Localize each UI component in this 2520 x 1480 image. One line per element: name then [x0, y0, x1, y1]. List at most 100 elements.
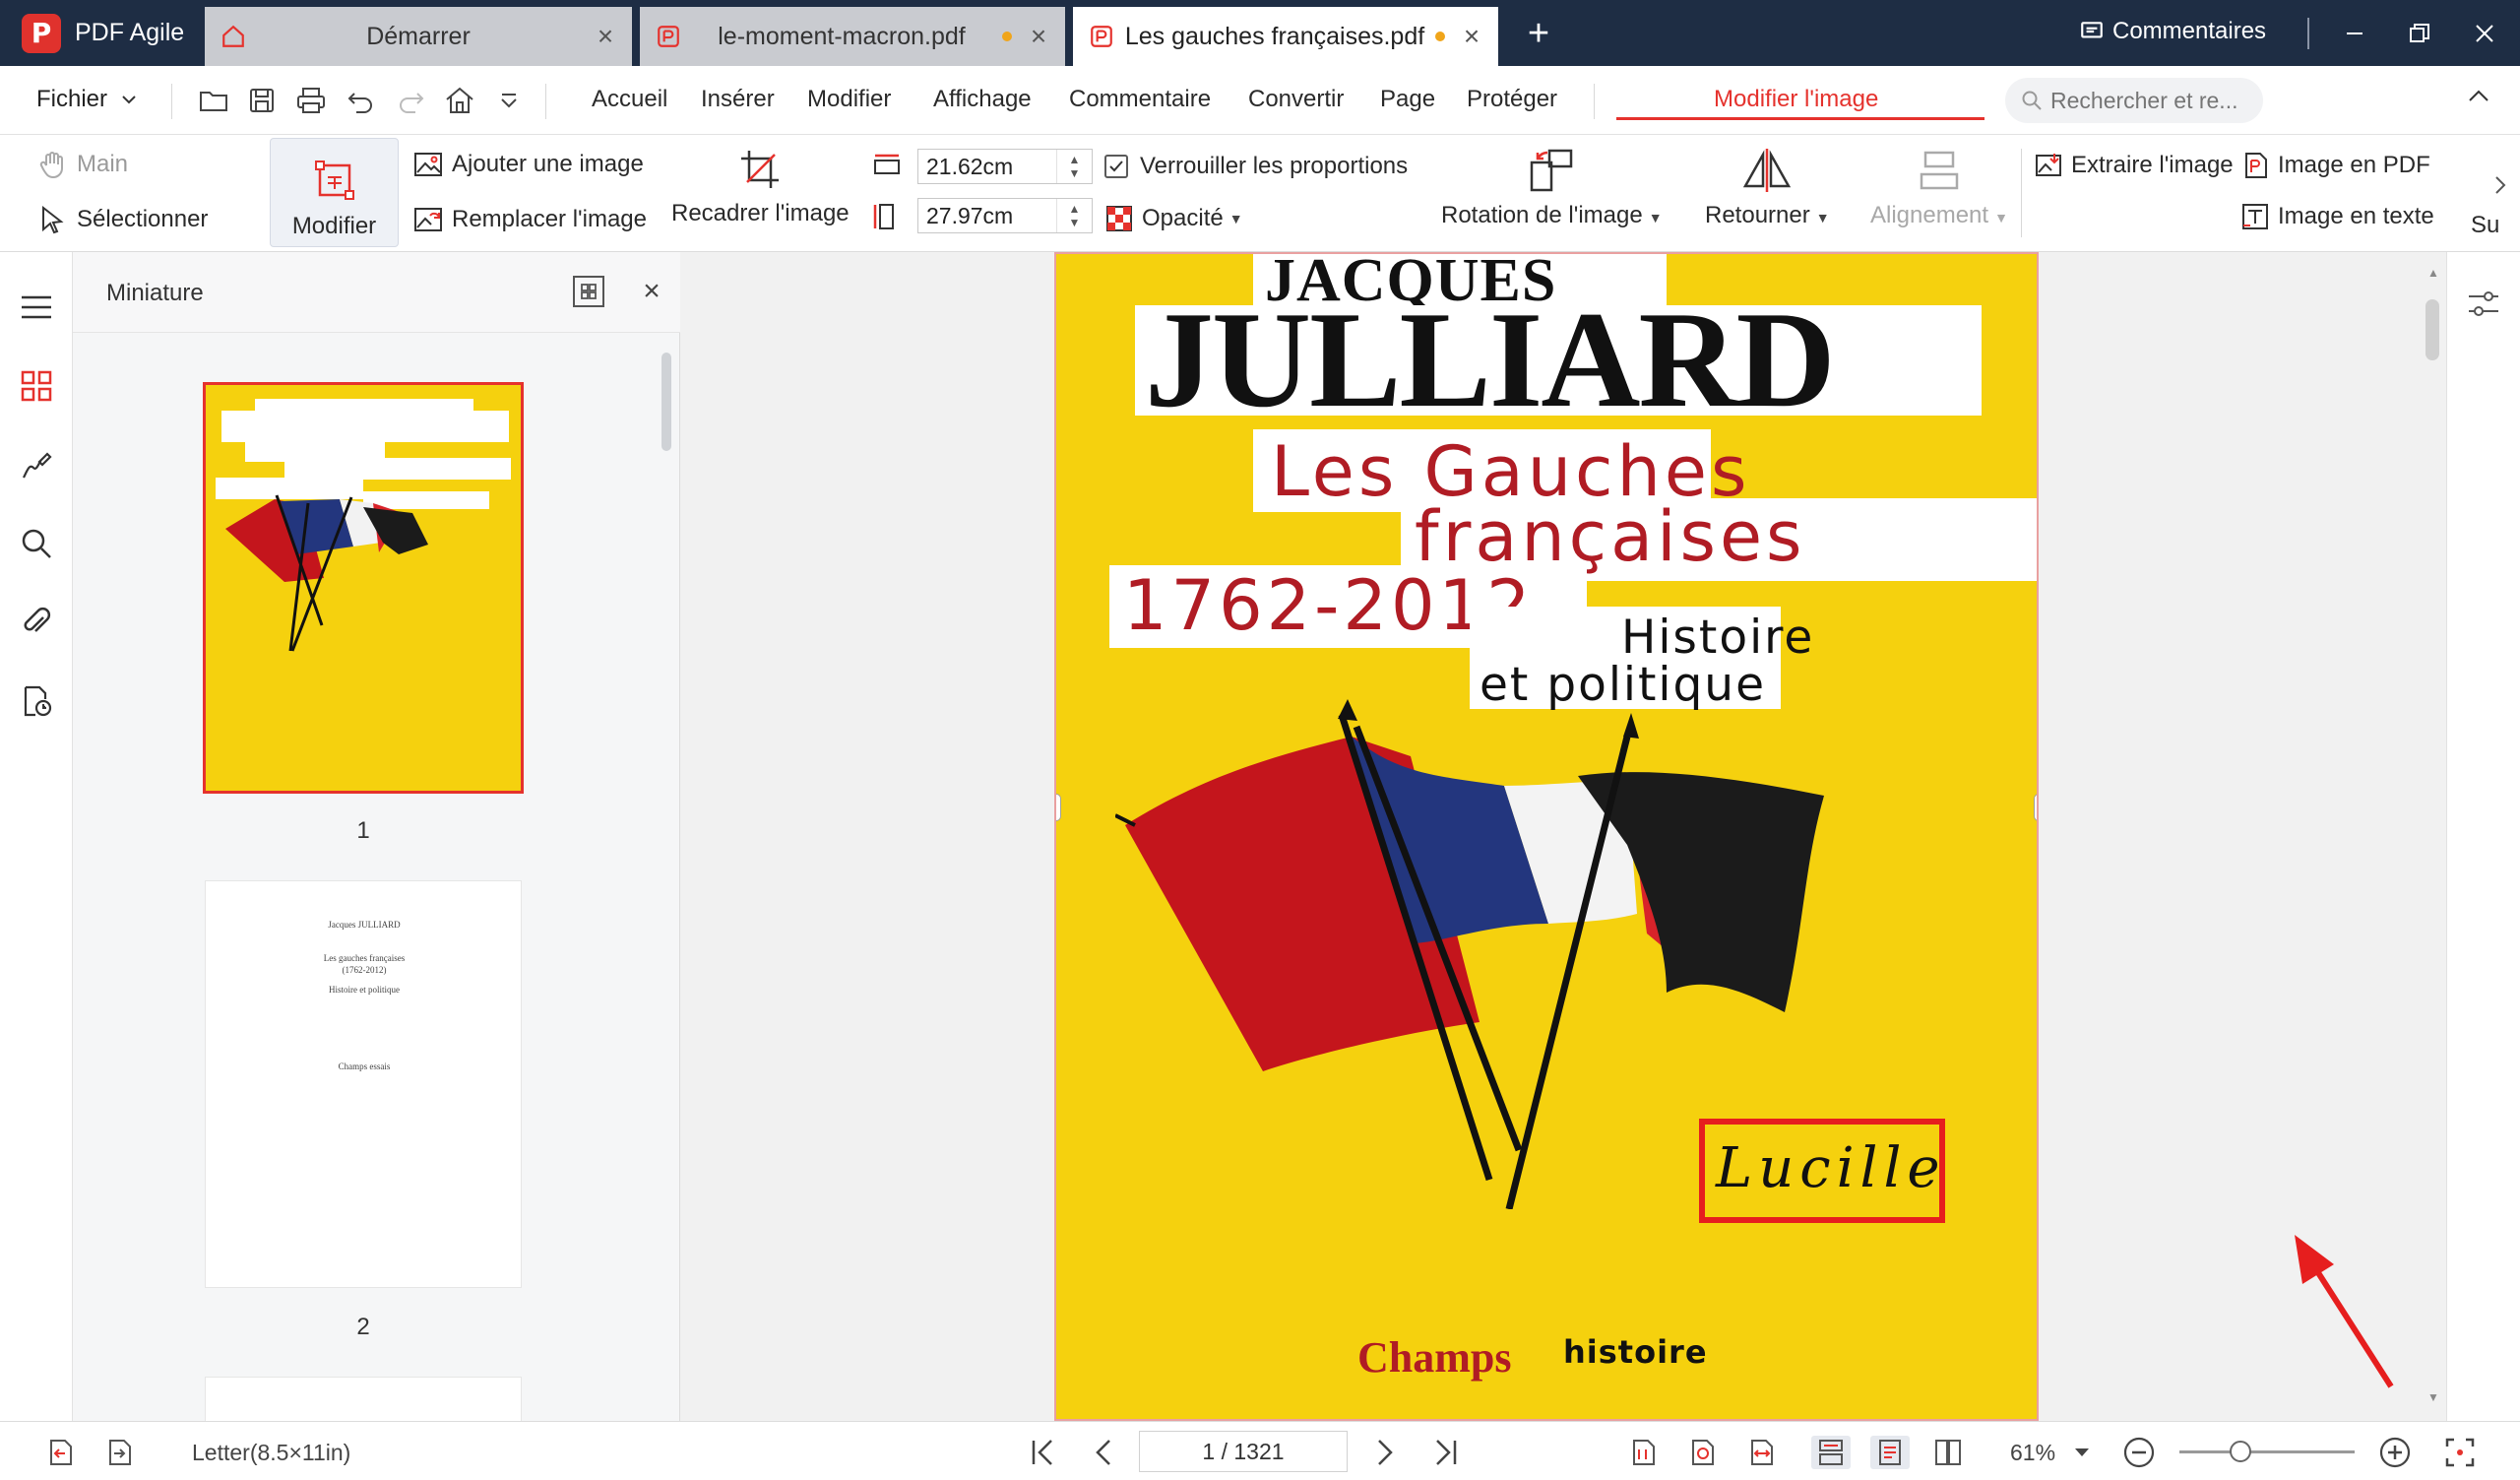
replace-image-button[interactable]: Remplacer l'image: [412, 204, 647, 235]
zoom-slider-track[interactable]: [2179, 1450, 2355, 1453]
collapse-left-button[interactable]: [43, 1436, 77, 1469]
menu-modifier-image[interactable]: Modifier l'image: [1714, 86, 1878, 113]
align-dropdown[interactable]: Alignement ▼: [1870, 147, 2008, 229]
document-scrollbar-thumb[interactable]: [2426, 299, 2439, 360]
stepper-down-icon[interactable]: ▼: [1069, 166, 1081, 180]
caret-down-icon: ▼: [1815, 210, 1830, 225]
zoom-out-button[interactable]: [2122, 1436, 2156, 1469]
menu-accueil[interactable]: Accueil: [592, 86, 667, 113]
scroll-up-icon[interactable]: ▲: [2427, 266, 2439, 280]
undo-icon[interactable]: [345, 84, 378, 117]
save-icon[interactable]: [245, 84, 279, 117]
last-page-button[interactable]: [1429, 1436, 1463, 1469]
new-tab-button[interactable]: +: [1519, 14, 1558, 53]
redo-icon[interactable]: [394, 84, 427, 117]
chevron-up-icon[interactable]: [2467, 88, 2490, 103]
image-to-pdf-button[interactable]: Image en PDF: [2240, 151, 2430, 180]
resize-handle-left[interactable]: [1056, 794, 1061, 821]
menu-modifier[interactable]: Modifier: [807, 86, 891, 113]
fit-page-button[interactable]: [1685, 1436, 1719, 1469]
minimize-button[interactable]: [2325, 14, 2384, 53]
menu-proteger[interactable]: Protéger: [1467, 86, 1557, 113]
attachments-panel-button[interactable]: [17, 603, 56, 642]
menu-commentaire[interactable]: Commentaire: [1069, 86, 1211, 113]
stepper-up-icon[interactable]: ▲: [1069, 202, 1081, 216]
thumbnail-page-3[interactable]: [205, 1377, 522, 1421]
thumbnail-layout-icon[interactable]: [571, 274, 606, 309]
menu-page[interactable]: Page: [1380, 86, 1435, 113]
resize-handle-right[interactable]: [2034, 794, 2037, 821]
tab-demarrer[interactable]: Démarrer ×: [205, 7, 632, 66]
width-input[interactable]: [918, 153, 1056, 180]
menu-toggle-button[interactable]: [17, 288, 56, 327]
open-folder-icon[interactable]: [197, 84, 230, 117]
search-panel-button[interactable]: [17, 524, 56, 563]
print-icon[interactable]: [294, 84, 328, 117]
hand-tool-button[interactable]: Main: [37, 149, 128, 180]
add-image-button[interactable]: Ajouter une image: [412, 149, 644, 180]
zoom-in-button[interactable]: [2378, 1436, 2412, 1469]
close-window-button[interactable]: [2455, 14, 2514, 53]
document-viewport[interactable]: JACQUES JULLIARD Les Gauches françaises …: [680, 252, 2446, 1421]
stepper-up-icon[interactable]: ▲: [1069, 153, 1081, 166]
previous-page-button[interactable]: [1087, 1436, 1120, 1469]
height-stepper[interactable]: ▲ ▼: [1056, 199, 1092, 232]
page-number-field[interactable]: [1139, 1431, 1348, 1472]
height-field[interactable]: ▲▼: [917, 198, 1093, 233]
edit-image-button[interactable]: Modifier: [270, 138, 399, 247]
opacity-dropdown[interactable]: Opacité ▼: [1104, 204, 1243, 233]
lock-proportions-checkbox[interactable]: [1104, 155, 1128, 178]
properties-sliders-icon[interactable]: [2467, 290, 2500, 319]
single-page-view-button[interactable]: [1870, 1436, 1910, 1469]
ribbon-overflow-label[interactable]: Su: [2471, 212, 2499, 239]
zoom-slider-knob[interactable]: [2230, 1441, 2252, 1462]
tab-les-gauches-francaises[interactable]: Les gauches françaises.pdf ×: [1073, 7, 1498, 66]
close-icon[interactable]: ×: [1024, 21, 1053, 52]
close-icon[interactable]: ×: [634, 274, 669, 309]
tab-le-moment-macron[interactable]: le-moment-macron.pdf ×: [640, 7, 1065, 66]
lock-proportions-toggle[interactable]: Verrouiller les proportions: [1104, 153, 1408, 180]
select-tool-button[interactable]: Sélectionner: [37, 204, 208, 235]
stepper-down-icon[interactable]: ▼: [1069, 216, 1081, 229]
menu-inserer[interactable]: Insérer: [701, 86, 775, 113]
customize-toolbar-icon[interactable]: [492, 84, 526, 117]
signature-panel-button[interactable]: [17, 445, 56, 484]
two-page-view-button[interactable]: [1931, 1436, 1965, 1469]
collapse-right-button[interactable]: [102, 1436, 136, 1469]
width-stepper[interactable]: ▲ ▼: [1056, 150, 1092, 183]
restore-button[interactable]: [2390, 14, 2449, 53]
scroll-down-icon[interactable]: ▼: [2427, 1390, 2439, 1404]
thumbnail-scrollbar[interactable]: [662, 353, 671, 451]
image-to-text-button[interactable]: Image en texte: [2240, 202, 2434, 231]
extract-image-button[interactable]: Extraire l'image: [2034, 151, 2234, 180]
thumbnail-page-1[interactable]: [203, 382, 524, 794]
close-icon[interactable]: ×: [1457, 21, 1486, 52]
crop-image-button[interactable]: Recadrer l'image: [671, 147, 850, 227]
thumbnails-panel-button[interactable]: [17, 366, 56, 406]
file-menu[interactable]: Fichier: [36, 86, 137, 113]
chevron-right-icon[interactable]: [2493, 174, 2507, 196]
rotate-image-button[interactable]: Rotation de l'image ▼: [1441, 147, 1663, 229]
search-box[interactable]: [2005, 78, 2263, 123]
menu-convertir[interactable]: Convertir: [1248, 86, 1344, 113]
selected-cover-image[interactable]: JACQUES JULLIARD Les Gauches françaises …: [1054, 252, 2039, 1421]
thumbnail-page-2[interactable]: Jacques JULLIARD Les gauches françaises …: [205, 880, 522, 1288]
fit-width-button[interactable]: [1744, 1436, 1778, 1469]
height-input[interactable]: [918, 202, 1056, 229]
width-field[interactable]: ▲▼: [917, 149, 1093, 184]
page-number-input[interactable]: [1140, 1432, 1347, 1471]
next-page-button[interactable]: [1368, 1436, 1402, 1469]
home-icon[interactable]: [443, 84, 476, 117]
continuous-view-button[interactable]: [1811, 1436, 1851, 1469]
close-icon[interactable]: ×: [591, 21, 620, 52]
first-page-button[interactable]: [1026, 1436, 1059, 1469]
comments-button[interactable]: Commentaires: [2079, 18, 2266, 45]
zoom-dropdown[interactable]: [2065, 1436, 2099, 1469]
menu-affichage[interactable]: Affichage: [933, 86, 1032, 113]
flip-dropdown[interactable]: Retourner ▼: [1705, 147, 1830, 229]
document-scrollbar[interactable]: [2426, 252, 2446, 1421]
search-input[interactable]: [2050, 87, 2247, 114]
fullscreen-button[interactable]: [2443, 1436, 2477, 1469]
actual-size-button[interactable]: [1626, 1436, 1660, 1469]
history-panel-button[interactable]: [17, 681, 56, 721]
